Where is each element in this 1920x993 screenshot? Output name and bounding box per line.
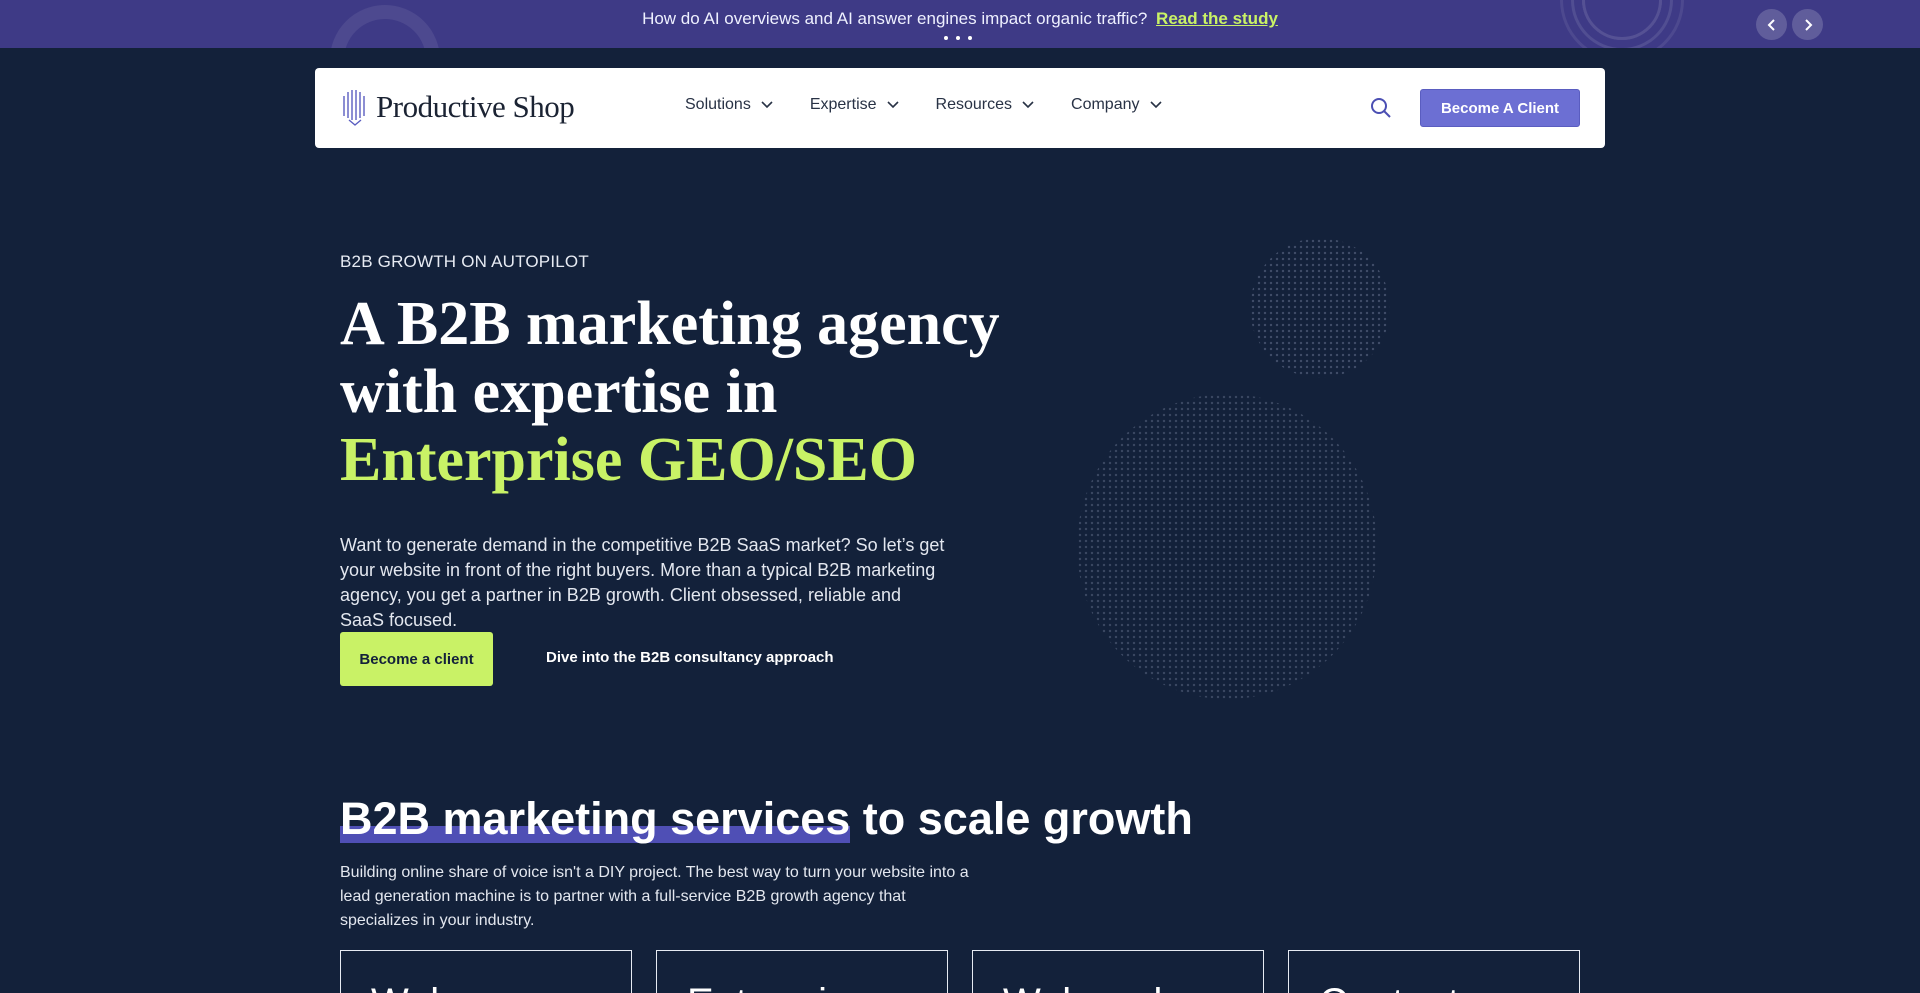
hero-title-accent: Enterprise GEO/SEO — [340, 426, 917, 494]
announcement-next-button[interactable] — [1792, 9, 1823, 40]
chevron-right-icon — [1804, 18, 1812, 31]
carousel-dot[interactable] — [968, 36, 972, 40]
service-card[interactable]: Web — [340, 950, 632, 993]
read-study-link[interactable]: Read the study — [1156, 9, 1278, 28]
service-card[interactable]: Content — [1288, 950, 1580, 993]
hero-title: A B2B marketing agency with expertise in… — [340, 290, 1040, 494]
logo-mark-icon — [343, 90, 365, 126]
logo-text: Productive Shop — [376, 89, 575, 124]
logo[interactable]: Productive Shop — [340, 88, 575, 126]
services-title-highlight: B2B marketing services — [340, 793, 851, 845]
nav-company[interactable]: Company — [1071, 96, 1162, 114]
hero-title-line: with expertise in — [340, 358, 778, 426]
service-card-title: Web — [371, 981, 453, 993]
hero-title-line: A B2B marketing agency — [340, 290, 1000, 358]
hero-description: Want to generate demand in the competiti… — [340, 535, 945, 630]
chevron-down-icon — [1149, 101, 1162, 109]
main-nav: Solutions Expertise Resources Company — [685, 96, 1199, 114]
services-title-rest: to scale growth — [850, 793, 1193, 844]
announcement-message: How do AI overviews and AI answer engine… — [642, 9, 1148, 28]
services-title: B2B marketing services to scale growth — [340, 793, 1193, 845]
consultancy-approach-link[interactable]: Dive into the B2B consultancy approach — [546, 649, 834, 666]
carousel-dots — [944, 36, 972, 40]
nav-label: Company — [1071, 96, 1140, 113]
service-card[interactable]: Enterpri — [656, 950, 948, 993]
service-card-title: Web and — [1003, 981, 1162, 993]
site-header: Productive Shop Solutions Expertise Reso… — [315, 68, 1605, 148]
decorative-dots — [1250, 238, 1390, 378]
become-client-button[interactable]: Become a client — [340, 632, 493, 686]
service-card[interactable]: Web and — [972, 950, 1264, 993]
become-client-header-button[interactable]: Become A Client — [1420, 89, 1580, 127]
nav-resources[interactable]: Resources — [936, 96, 1034, 114]
search-icon — [1371, 98, 1391, 118]
chevron-down-icon — [886, 101, 899, 109]
announcement-prev-button[interactable] — [1756, 9, 1787, 40]
services-title-highlight-text: B2B marketing services — [340, 793, 851, 844]
nav-label: Solutions — [685, 96, 751, 113]
decorative-dots — [1077, 394, 1377, 699]
nav-label: Resources — [935, 96, 1013, 113]
service-card-title: Enterpri — [687, 981, 827, 993]
carousel-dot[interactable] — [944, 36, 948, 40]
services-description: Building online share of voice isn't a D… — [340, 864, 969, 929]
chevron-left-icon — [1767, 18, 1775, 31]
announcement-text: How do AI overviews and AI answer engine… — [0, 9, 1920, 29]
chevron-down-icon — [761, 101, 773, 109]
service-card-title: Content — [1319, 981, 1459, 993]
announcement-bar: How do AI overviews and AI answer engine… — [0, 0, 1920, 48]
nav-expertise[interactable]: Expertise — [810, 96, 899, 114]
chevron-down-icon — [1022, 101, 1034, 109]
nav-solutions[interactable]: Solutions — [685, 96, 773, 114]
hero-eyebrow: B2B GROWTH ON AUTOPILOT — [340, 252, 589, 271]
nav-label: Expertise — [809, 96, 877, 113]
search-button[interactable] — [1369, 96, 1393, 120]
carousel-dot[interactable] — [956, 36, 960, 40]
